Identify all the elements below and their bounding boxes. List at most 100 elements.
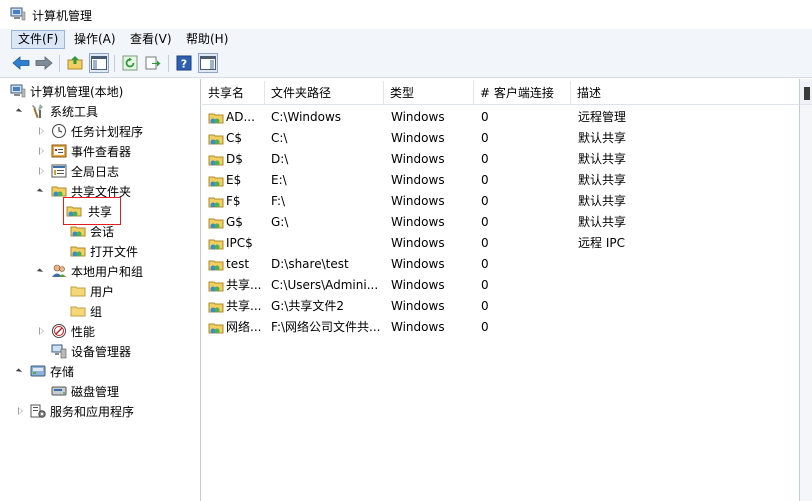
up-folder-icon[interactable] [65, 53, 85, 73]
shared-folder-icon [208, 176, 224, 187]
refresh-icon[interactable] [120, 53, 140, 73]
shared-folder-icon [208, 239, 224, 250]
table-row[interactable]: F$ F:\ Windows 0 默认共享 [202, 191, 799, 212]
cell-type: Windows [391, 236, 445, 250]
expand-arrow-icon[interactable] [37, 326, 47, 336]
shared-folder-icon [208, 113, 224, 124]
shared-folder-icon [208, 281, 224, 292]
cell-share-name: F$ [226, 194, 241, 208]
expand-arrow-icon[interactable] [16, 366, 26, 376]
tree-item-local-users-groups[interactable]: 本地用户和组 [37, 262, 143, 280]
tree-item-disk-management[interactable]: 磁盘管理 [51, 382, 119, 400]
cell-share-name: 共享... [226, 278, 262, 292]
column-header-client-connections[interactable]: # 客户端连接 [474, 81, 571, 105]
cell-folder-path: E:\ [271, 173, 287, 187]
cell-type: Windows [391, 215, 445, 229]
forward-icon[interactable] [34, 53, 54, 73]
cell-type: Windows [391, 194, 445, 208]
users-icon [52, 264, 66, 277]
cell-description: 远程 IPC [578, 236, 625, 250]
tree-label: 事件查看器 [71, 144, 132, 159]
cell-description [578, 275, 778, 296]
menu-file[interactable]: 文件(F) [11, 30, 66, 49]
column-header-type[interactable]: 类型 [384, 81, 474, 105]
cell-share-name: IPC$ [226, 236, 253, 250]
menu-bar: 文件(F) 操作(A) 查看(V) 帮助(H) [0, 29, 812, 50]
menu-view[interactable]: 查看(V) [123, 30, 179, 49]
shared-folder-icon [208, 197, 224, 208]
cell-share-name: G$ [226, 215, 243, 229]
table-row[interactable]: 共享... G:\共享文件2 Windows 0 [202, 296, 799, 317]
svg-text:?: ? [181, 58, 187, 71]
expand-arrow-icon[interactable] [37, 126, 47, 136]
expand-arrow-icon[interactable] [16, 106, 26, 116]
menu-help[interactable]: 帮助(H) [179, 30, 235, 49]
show-hide-tree-icon[interactable] [89, 53, 109, 73]
storage-icon [30, 365, 46, 377]
column-header-share-name[interactable]: 共享名 [202, 81, 265, 105]
tree-item-services-apps[interactable]: 服务和应用程序 [16, 402, 134, 420]
tree-item-event-viewer[interactable]: 事件查看器 [37, 142, 131, 160]
cell-description: 默认共享 [578, 194, 627, 208]
table-row[interactable]: C$ C:\ Windows 0 默认共享 [202, 128, 799, 149]
tree-item-device-manager[interactable]: 设备管理器 [51, 342, 131, 360]
tree-label: 用户 [90, 284, 115, 299]
computer-management-icon [10, 7, 26, 21]
disk-management-icon [51, 386, 67, 396]
expand-arrow-icon[interactable] [37, 266, 47, 276]
cell-description [578, 296, 778, 317]
column-header-folder-path[interactable]: 文件夹路径 [265, 81, 384, 105]
cell-share-name: D$ [226, 152, 243, 166]
tree-item-computer-management[interactable]: 计算机管理(本地) [2, 82, 123, 100]
cell-folder-path: C:\Users\Admini... [271, 278, 379, 292]
tree-label: 磁盘管理 [71, 384, 120, 399]
navigation-tree: 计算机管理(本地) 系统工具 任务计划程序 事件查看器 全局日志 共享文件夹 共… [0, 79, 201, 501]
tree-item-performance[interactable]: 性能 [37, 322, 95, 340]
export-list-icon[interactable] [143, 53, 163, 73]
expand-arrow-icon[interactable] [37, 166, 47, 176]
table-row[interactable]: D$ D:\ Windows 0 默认共享 [202, 149, 799, 170]
cell-description: 默认共享 [578, 152, 627, 166]
tools-icon [32, 104, 43, 119]
show-hide-action-pane-icon[interactable] [198, 53, 218, 73]
table-row[interactable]: 网络... F:\网络公司文件共... Windows 0 [202, 317, 799, 338]
action-pane-edge [799, 79, 812, 501]
tree-item-groups[interactable]: 组 [70, 302, 102, 320]
cell-folder-path: D:\ [271, 152, 289, 166]
tree-item-global-log[interactable]: 全局日志 [37, 162, 119, 180]
table-row[interactable]: 共享... C:\Users\Admini... Windows 0 [202, 275, 799, 296]
tree-label: 组 [90, 304, 103, 319]
expand-arrow-icon[interactable] [37, 186, 47, 196]
table-row[interactable]: E$ E:\ Windows 0 默认共享 [202, 170, 799, 191]
cell-folder-path: G:\ [271, 215, 289, 229]
cell-type: Windows [391, 110, 445, 124]
event-viewer-icon [51, 144, 67, 158]
help-icon[interactable]: ? [174, 53, 194, 73]
menu-action[interactable]: 操作(A) [67, 30, 123, 49]
cell-type: Windows [391, 299, 445, 313]
table-row[interactable]: IPC$ Windows 0 远程 IPC [202, 233, 799, 254]
tree-item-system-tools[interactable]: 系统工具 [16, 102, 98, 120]
list-header: 共享名 文件夹路径 类型 # 客户端连接 描述 [202, 81, 799, 105]
table-row[interactable]: G$ G:\ Windows 0 默认共享 [202, 212, 799, 233]
cell-type: Windows [391, 320, 445, 334]
expand-arrow-icon[interactable] [37, 146, 47, 156]
cell-type: Windows [391, 131, 445, 145]
tree-item-users[interactable]: 用户 [70, 282, 114, 300]
back-icon[interactable] [11, 53, 31, 73]
window-title: 计算机管理 [32, 9, 93, 23]
tree-label: 设备管理器 [71, 344, 132, 359]
cell-client-connections: 0 [481, 194, 489, 208]
tree-item-task-scheduler[interactable]: 任务计划程序 [37, 122, 143, 140]
table-row[interactable]: AD... C:\Windows Windows 0 远程管理 [202, 107, 799, 128]
shared-folder-icon [70, 226, 86, 237]
computer-management-icon [10, 84, 26, 98]
column-header-description[interactable]: 描述 [571, 81, 799, 105]
expand-arrow-icon[interactable] [16, 406, 26, 416]
tree-item-open-files[interactable]: 打开文件 [70, 242, 138, 260]
cell-folder-path: F:\ [271, 194, 286, 208]
table-row[interactable]: test D:\share\test Windows 0 [202, 254, 799, 275]
tree-item-storage[interactable]: 存储 [16, 362, 74, 380]
tree-label: 本地用户和组 [71, 264, 144, 279]
cell-description: 默认共享 [578, 131, 627, 145]
